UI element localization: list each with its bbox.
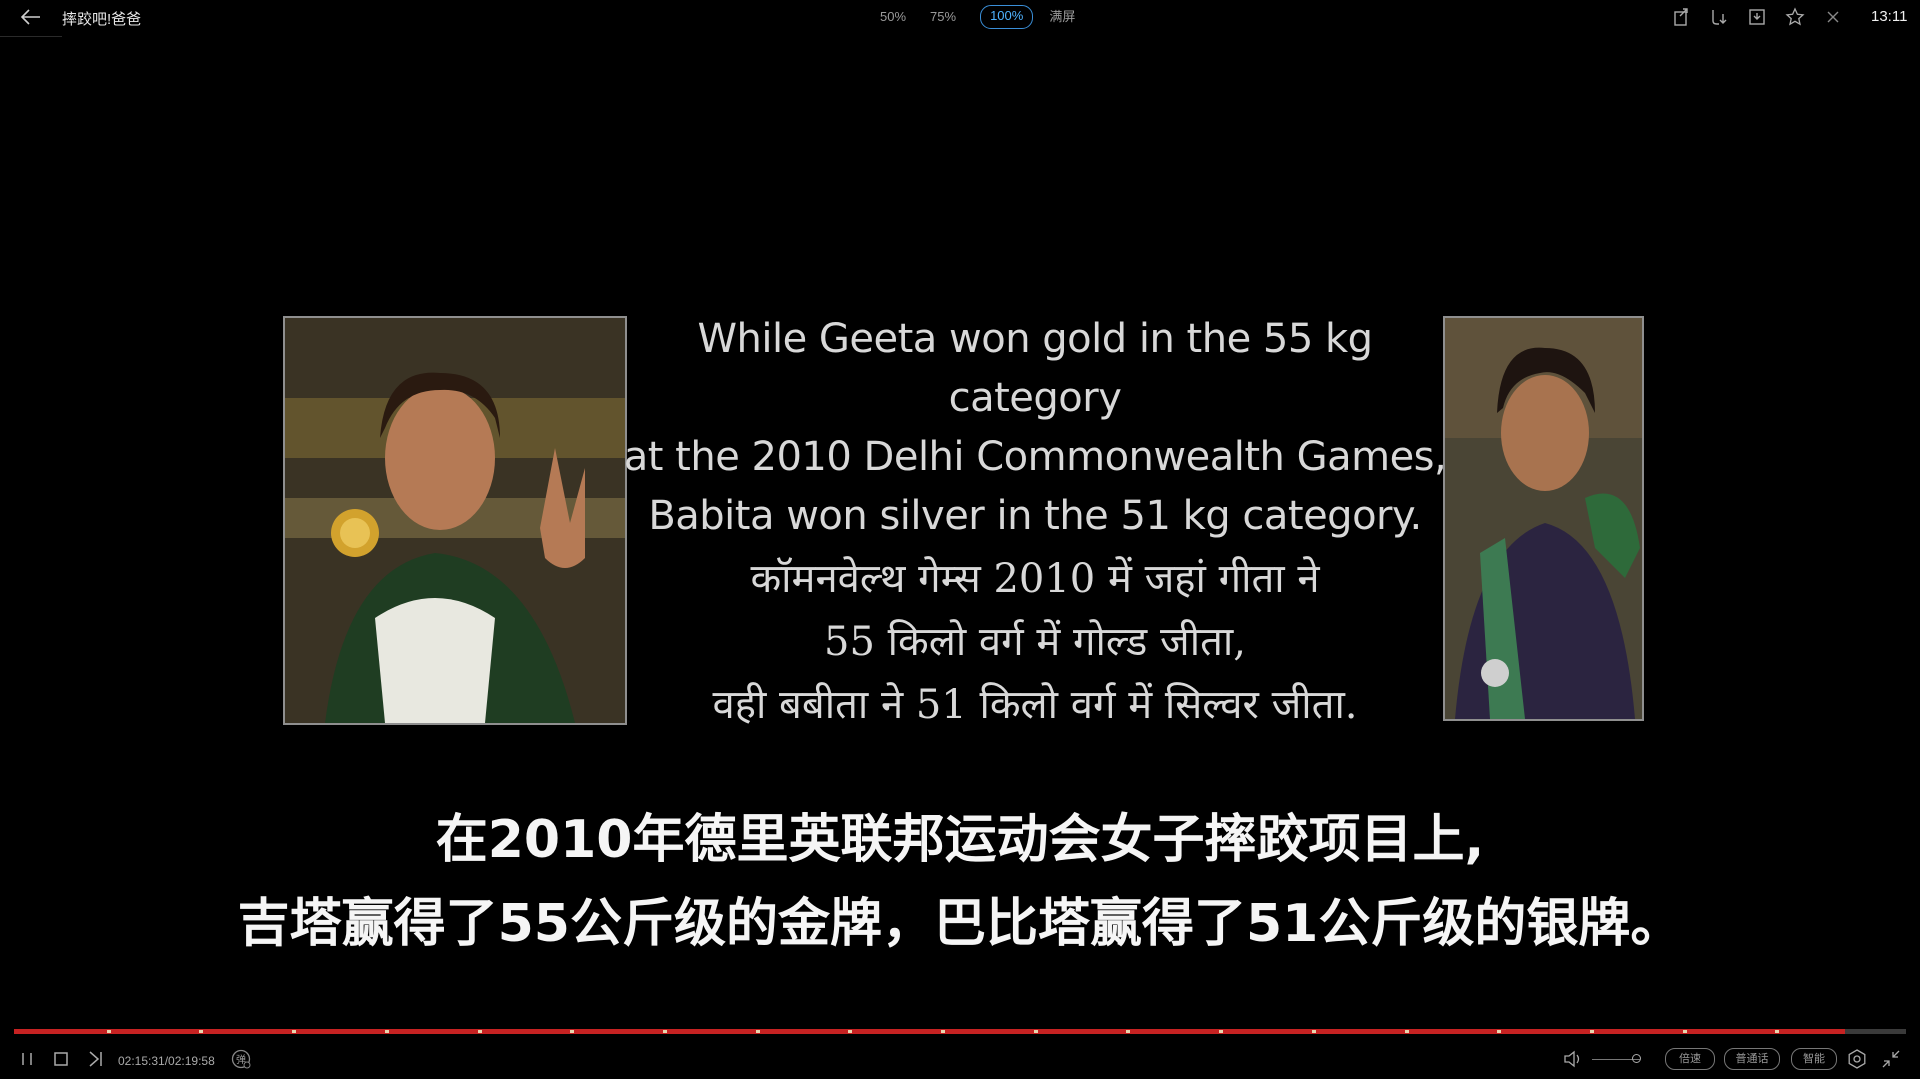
download-queue-icon[interactable] bbox=[1708, 6, 1730, 28]
subtitle-line: 吉塔赢得了55公斤级的金牌，巴比塔赢得了51公斤级的银牌。 bbox=[237, 894, 1683, 954]
control-bar: 02:15:31/02:19:58 弹 倍速 普通话 智能 bbox=[0, 1040, 1920, 1079]
top-bar: 摔跤吧!爸爸 50% 75% 100% 满屏 13:11 bbox=[0, 0, 1920, 34]
zoom-50-option[interactable]: 50% bbox=[880, 6, 906, 28]
chapter-marker bbox=[1219, 1030, 1223, 1033]
chapter-marker bbox=[663, 1030, 667, 1033]
chapter-marker bbox=[941, 1030, 945, 1033]
babita-photo-illustration bbox=[1445, 318, 1642, 719]
english-line: Babita won silver in the 51 kg category. bbox=[648, 493, 1422, 539]
pause-icon[interactable] bbox=[16, 1048, 38, 1070]
english-line: While Geeta won gold in the 55 kg catego… bbox=[697, 316, 1373, 421]
english-caption: While Geeta won gold in the 55 kg catego… bbox=[620, 310, 1450, 546]
video-title: 摔跤吧!爸爸 bbox=[62, 11, 142, 28]
danmaku-toggle-icon[interactable]: 弹 bbox=[230, 1048, 252, 1070]
hindi-line: 55 किलो वर्ग में गोल्ड जीता, bbox=[824, 619, 1246, 665]
zoom-100-option[interactable]: 100% bbox=[980, 5, 1034, 29]
star-icon[interactable] bbox=[1784, 6, 1806, 28]
volume-icon[interactable] bbox=[1562, 1048, 1584, 1070]
volume-knob[interactable] bbox=[1632, 1054, 1641, 1063]
playback-time: 02:15:31/02:19:58 bbox=[118, 1054, 215, 1068]
hindi-caption: कॉमनवेल्थ गेम्स 2010 में जहां गीता ने 55… bbox=[620, 548, 1450, 737]
chapter-marker bbox=[1775, 1030, 1779, 1033]
speed-button[interactable]: 倍速 bbox=[1665, 1048, 1715, 1070]
audio-track-button[interactable]: 普通话 bbox=[1724, 1048, 1780, 1070]
english-line: at the 2010 Delhi Commonwealth Games, bbox=[623, 434, 1447, 480]
save-icon[interactable] bbox=[1746, 6, 1768, 28]
chapter-marker bbox=[756, 1030, 760, 1033]
progress-bar[interactable] bbox=[14, 1029, 1906, 1034]
next-icon[interactable] bbox=[84, 1048, 106, 1070]
hindi-line: कॉमनवेल्थ गेम्स 2010 में जहां गीता ने bbox=[750, 556, 1320, 602]
progress-fill bbox=[14, 1029, 1846, 1034]
zoom-75-option[interactable]: 75% bbox=[930, 6, 956, 28]
stop-icon[interactable] bbox=[50, 1048, 72, 1070]
chapter-marker bbox=[1497, 1030, 1501, 1033]
chapter-marker bbox=[199, 1030, 203, 1033]
geeta-photo-illustration bbox=[285, 318, 625, 723]
chapter-marker bbox=[107, 1030, 111, 1033]
exit-fullscreen-icon[interactable] bbox=[1880, 1048, 1902, 1070]
chapter-marker bbox=[1683, 1030, 1687, 1033]
chapter-marker bbox=[478, 1030, 482, 1033]
hindi-line: वही बबीता ने 51 किलो वर्ग में सिल्वर जीत… bbox=[712, 682, 1358, 728]
back-arrow-icon[interactable] bbox=[18, 6, 44, 28]
settings-icon[interactable] bbox=[1846, 1048, 1868, 1070]
share-icon[interactable] bbox=[1670, 6, 1692, 28]
chapter-marker bbox=[1405, 1030, 1409, 1033]
subtitle-line: 在2010年德里英联邦运动会女子摔跤项目上, bbox=[435, 810, 1485, 870]
zoom-selector: 50% 75% 100% 满屏 bbox=[880, 5, 1075, 29]
smart-quality-button[interactable]: 智能 bbox=[1791, 1048, 1837, 1070]
close-icon[interactable] bbox=[1822, 6, 1844, 28]
chinese-subtitle: 在2010年德里英联邦运动会女子摔跤项目上, 吉塔赢得了55公斤级的金牌，巴比塔… bbox=[230, 798, 1690, 966]
geeta-photo bbox=[283, 316, 627, 725]
chapter-marker bbox=[570, 1030, 574, 1033]
window-tools bbox=[1670, 6, 1860, 28]
babita-photo bbox=[1443, 316, 1644, 721]
chapter-marker bbox=[848, 1030, 852, 1033]
chapter-marker bbox=[1312, 1030, 1316, 1033]
chapter-marker bbox=[292, 1030, 296, 1033]
clock: 13:11 bbox=[1871, 8, 1908, 25]
chapter-marker bbox=[1126, 1030, 1130, 1033]
chapter-marker bbox=[1590, 1030, 1594, 1033]
zoom-fullscreen-option[interactable]: 满屏 bbox=[1049, 6, 1075, 28]
divider bbox=[0, 36, 62, 37]
chapter-marker bbox=[1034, 1030, 1038, 1033]
chapter-marker bbox=[385, 1030, 389, 1033]
